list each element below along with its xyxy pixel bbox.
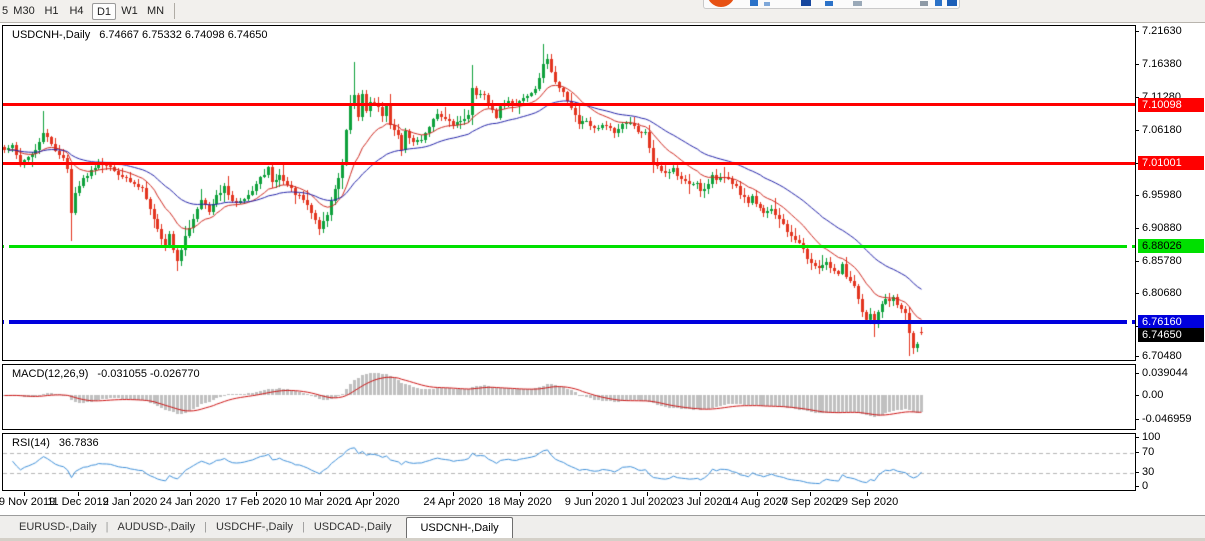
time-axis-label: 10 Mar 2020 <box>289 496 351 508</box>
rsi-axis-label: 30 <box>1142 466 1154 478</box>
time-axis-label: 18 May 2020 <box>488 496 552 508</box>
time-axis-label: 29 Sep 2020 <box>836 496 898 508</box>
tab-eurusd[interactable]: EURUSD-,Daily <box>10 517 106 537</box>
price-axis-tick <box>1135 261 1139 262</box>
logo-fragment <box>703 0 960 9</box>
logo-blue-glyph-icon <box>947 0 957 6</box>
logo-blue-glyph-icon <box>801 0 811 6</box>
price-axis-tick <box>1135 228 1139 229</box>
time-axis-label: 1 Jul 2020 <box>622 496 673 508</box>
rsi-axis-label: 70 <box>1142 446 1154 458</box>
time-axis-label: 9 Jun 2020 <box>565 496 619 508</box>
rsi-axis-tick <box>1135 437 1139 438</box>
time-axis-label: 14 Aug 2020 <box>726 496 788 508</box>
logo-gray-glyph-icon <box>853 1 862 6</box>
price-axis-tick <box>1135 293 1139 294</box>
rsi-canvas[interactable] <box>3 434 1135 490</box>
horizontal-line-6.88026[interactable] <box>3 245 1135 248</box>
tab-usdcad[interactable]: USDCAD-,Daily <box>305 517 401 537</box>
macd-axis-label: 0.039044 <box>1142 367 1188 379</box>
chart-symbol-label: USDCNH-,Daily <box>12 29 90 41</box>
rsi-value: 36.7836 <box>59 437 99 449</box>
time-axis-label: 2 Jan 2020 <box>103 496 157 508</box>
price-axis-tick <box>1135 31 1139 32</box>
macd-axis-tick <box>1135 419 1139 420</box>
logo-blue-glyph-icon <box>764 2 770 6</box>
time-axis-label: 24 Jan 2020 <box>160 496 221 508</box>
current-price-tag: 6.74650 <box>1138 328 1204 342</box>
toolbar-separator <box>174 3 175 19</box>
rsi-header: RSI(14) 36.7836 <box>12 437 108 449</box>
time-axis-label: 17 Feb 2020 <box>225 496 287 508</box>
tab-usdcnh[interactable]: USDCNH-,Daily <box>406 517 512 539</box>
price-axis-tick <box>1135 356 1139 357</box>
time-axis-label: 7 Sep 2020 <box>782 496 838 508</box>
line-handle[interactable] <box>1127 243 1132 248</box>
price-axis-label: 6.70480 <box>1142 350 1182 362</box>
macd-axis-tick <box>1135 395 1139 396</box>
chart-ohlc-header: USDCNH-,Daily 6.74667 6.75332 6.74098 6.7… <box>12 29 276 41</box>
price-axis-label: 7.16380 <box>1142 58 1182 70</box>
price-axis-tick <box>1135 64 1139 65</box>
price-axis-label: 6.85780 <box>1142 255 1182 267</box>
line-handle[interactable] <box>4 319 9 324</box>
price-axis-tick <box>1135 195 1139 196</box>
timeframe-button-w1[interactable]: W1 <box>119 3 140 20</box>
hline-price-tag: 7.10098 <box>1138 98 1204 112</box>
hline-price-tag: 7.01001 <box>1138 156 1204 170</box>
timeframe-button-h4[interactable]: H4 <box>66 3 87 20</box>
macd-panel: MACD(12,26,9) -0.031055 -0.026770 <box>2 364 1136 430</box>
line-handle[interactable] <box>4 243 9 248</box>
logo-blue-glyph-icon <box>750 0 758 6</box>
chart-tabs: EURUSD-,Daily|AUDUSD-,Daily|USDCHF-,Dail… <box>0 515 1205 538</box>
macd-header: MACD(12,26,9) -0.031055 -0.026770 <box>12 368 209 380</box>
time-axis-label: 24 Apr 2020 <box>423 496 482 508</box>
price-axis-label: 7.06180 <box>1142 124 1182 136</box>
rsi-axis-tick <box>1135 472 1139 473</box>
time-axis-label: 11 Dec 2019 <box>47 496 109 508</box>
logo-blue-glyph-icon <box>825 1 833 6</box>
macd-label: MACD(12,26,9) <box>12 368 88 380</box>
price-chart-canvas[interactable] <box>3 26 1135 360</box>
macd-axis-label: 0.00 <box>1142 389 1163 401</box>
horizontal-line-6.76160[interactable] <box>3 320 1135 324</box>
price-axis-tick <box>1135 130 1139 131</box>
horizontal-line-7.01001[interactable] <box>3 162 1135 165</box>
price-axis[interactable]: 7.216307.163807.112807.061807.010806.959… <box>1137 25 1205 491</box>
price-axis-label: 7.21630 <box>1142 25 1182 37</box>
logo-gray-glyph-icon <box>920 1 928 6</box>
timeframe-button-m30[interactable]: M30 <box>10 3 38 20</box>
timeframe-button-mn[interactable]: MN <box>144 3 167 20</box>
timeframe-button-h1[interactable]: H1 <box>41 3 62 20</box>
logo-blue-glyph-icon <box>935 0 942 6</box>
rsi-axis-tick <box>1135 452 1139 453</box>
time-axis[interactable]: 19 Nov 201911 Dec 20192 Jan 202024 Jan 2… <box>0 492 1205 515</box>
price-chart-panel: USDCNH-,Daily 6.74667 6.75332 6.74098 6.7… <box>2 25 1136 361</box>
price-axis-label: 6.90880 <box>1142 222 1182 234</box>
tab-usdchf[interactable]: USDCHF-,Daily <box>207 517 302 537</box>
rsi-axis-tick <box>1135 486 1139 487</box>
tab-audusd[interactable]: AUDUSD-,Daily <box>108 517 204 537</box>
chart-ohlc-values: 6.74667 6.75332 6.74098 6.74650 <box>99 29 267 41</box>
macd-values: -0.031055 -0.026770 <box>97 368 199 380</box>
price-axis-label: 6.80680 <box>1142 287 1182 299</box>
price-axis-label: 6.95980 <box>1142 189 1182 201</box>
logo-orange-swoosh-icon <box>707 0 735 7</box>
hline-price-tag: 6.88026 <box>1138 239 1204 253</box>
horizontal-line-7.10098[interactable] <box>3 103 1135 106</box>
rsi-axis-label: 100 <box>1142 431 1160 443</box>
rsi-panel: RSI(14) 36.7836 <box>2 433 1136 491</box>
macd-axis-tick <box>1135 373 1139 374</box>
timeframe-button-5[interactable]: 5 <box>0 3 10 20</box>
line-handle[interactable] <box>1127 319 1132 324</box>
time-axis-label: 1 Apr 2020 <box>346 496 399 508</box>
rsi-label: RSI(14) <box>12 437 50 449</box>
timeframe-toolbar: 5M30H1H4 D1W1MN <box>0 0 1205 23</box>
time-axis-label: 23 Jul 2020 <box>672 496 729 508</box>
timeframe-button-d1[interactable]: D1 <box>92 3 116 20</box>
rsi-axis-label: 0 <box>1142 480 1148 492</box>
macd-axis-label: -0.046959 <box>1142 413 1192 425</box>
